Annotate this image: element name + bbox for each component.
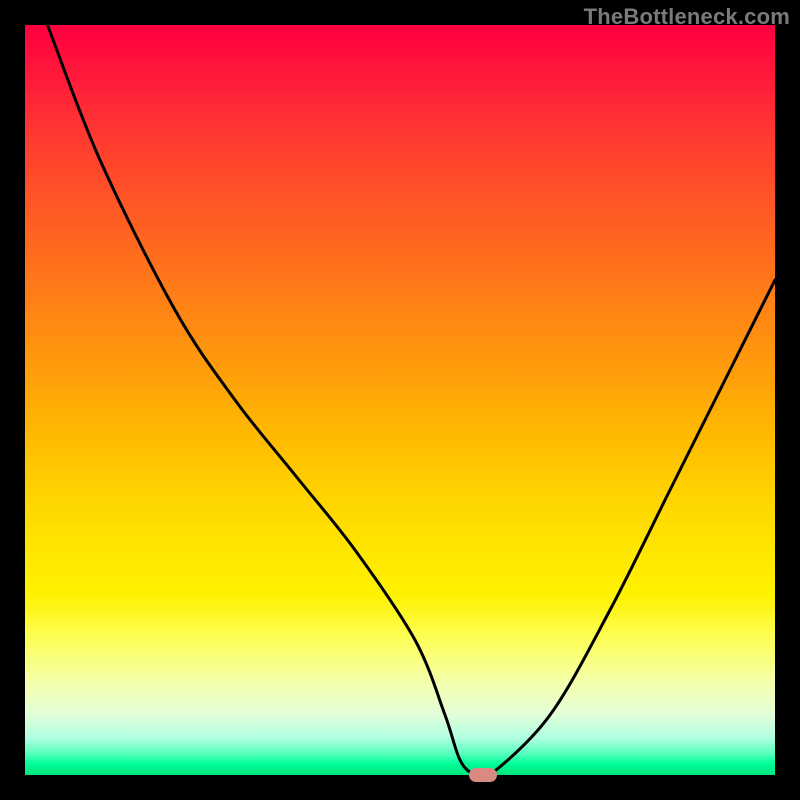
watermark-text: TheBottleneck.com [584, 4, 790, 30]
chart-frame: TheBottleneck.com [0, 0, 800, 800]
optimal-marker [469, 768, 497, 782]
bottleneck-curve [25, 25, 775, 775]
